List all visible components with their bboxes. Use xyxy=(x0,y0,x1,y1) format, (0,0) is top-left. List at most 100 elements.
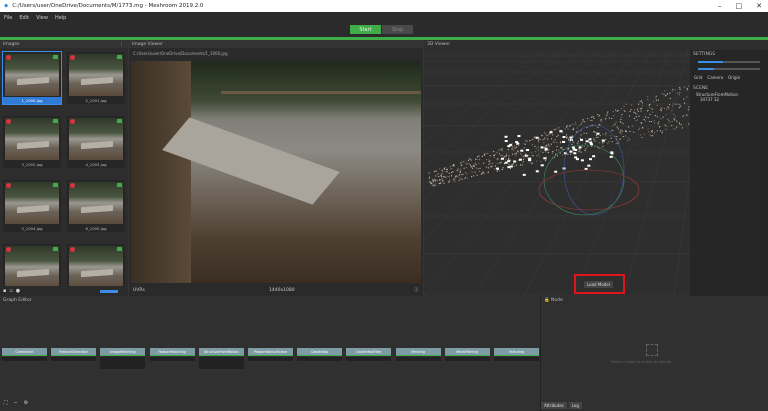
graph-node[interactable]: PrepareDenseScene xyxy=(248,348,293,356)
no-metadata-icon xyxy=(70,183,75,188)
images-header: Images ⋮ xyxy=(0,40,128,48)
graph-node[interactable]: DepthMapFilter xyxy=(346,348,392,356)
no-metadata-icon xyxy=(70,55,75,60)
thumbnail-label: 1_1000.jpg xyxy=(3,97,61,104)
scene-title: SCENE xyxy=(690,84,768,92)
more-icon[interactable]: ⋮ xyxy=(120,42,129,47)
camera-icon[interactable]: ● xyxy=(16,288,20,294)
thumbnail-label: 3_1002.jpg xyxy=(21,162,43,167)
graph-node[interactable]: MeshFiltering xyxy=(444,348,490,356)
reconstructed-icon xyxy=(53,183,58,187)
point-size-slider[interactable] xyxy=(698,61,723,63)
camera-toggle[interactable]: Camera xyxy=(707,75,723,80)
save-icon[interactable]: ▪ xyxy=(3,288,6,294)
thumbnail-label: 4_1003.jpg xyxy=(85,162,107,167)
node-attributes xyxy=(297,357,343,361)
images-title: Images xyxy=(3,41,20,47)
stop-button[interactable]: Stop xyxy=(382,25,413,34)
node-panel: 🔒 Node Select a Node to access its Detai… xyxy=(540,296,768,411)
node-attributes xyxy=(149,357,195,361)
graph-node[interactable]: FeatureExtraction xyxy=(51,348,97,356)
settings-panel: SETTINGS Grid Camera Origin SCENE Struct… xyxy=(690,50,768,296)
no-metadata-icon xyxy=(6,247,11,252)
image-thumbnail[interactable]: 1_1000.jpg xyxy=(2,51,62,105)
thumbnail-size-slider[interactable] xyxy=(100,289,118,293)
node-attributes xyxy=(198,357,244,369)
node-attributes xyxy=(2,357,47,361)
node-attributes xyxy=(51,357,97,361)
title-bar: ◆ C:/Users/user/OneDrive/Documents/M/177… xyxy=(0,0,768,12)
origin-toggle[interactable]: Origin xyxy=(728,75,740,80)
reconstructed-icon xyxy=(117,55,122,59)
thumbnail-label: 6_1005.jpg xyxy=(85,226,107,231)
graph-node[interactable]: Texturing xyxy=(494,348,539,356)
graph-node[interactable]: StructureFromMotion xyxy=(198,348,244,356)
menu-bar: File Edit View Help xyxy=(0,12,768,23)
thumbnail-image xyxy=(5,182,59,224)
node-attributes xyxy=(395,357,441,361)
node-attributes xyxy=(444,357,490,361)
start-button[interactable]: Start xyxy=(350,25,381,34)
settings-icon[interactable]: ⚙ xyxy=(24,400,28,406)
graph-node[interactable]: FeatureMatching xyxy=(149,348,195,356)
node-empty-text: Select a Node to access its Details xyxy=(611,360,672,364)
thumbnail-label: 5_1004.jpg xyxy=(21,226,43,231)
minimize-button[interactable]: – xyxy=(718,2,722,10)
node-attributes xyxy=(346,357,392,361)
thumbnail-image xyxy=(5,54,59,96)
graph-node[interactable]: DepthMap xyxy=(297,348,343,356)
image-thumbnail[interactable]: 2_1001.jpg xyxy=(67,52,125,104)
node-placeholder-icon xyxy=(646,344,658,356)
node-attributes xyxy=(248,357,293,361)
reconstructed-icon xyxy=(53,55,58,59)
thumbnail-image xyxy=(69,118,123,160)
image-thumbnail[interactable]: 5_1004.jpg xyxy=(3,180,61,232)
attributes-tab[interactable]: Attributes xyxy=(541,402,567,409)
reconstructed-icon xyxy=(53,119,58,123)
menu-view[interactable]: View xyxy=(36,15,48,21)
viewer-footer-left: UVRs xyxy=(133,288,145,293)
graph-node[interactable]: CameraInit xyxy=(2,348,47,356)
thumbnail-label: 2_1001.jpg xyxy=(85,98,107,103)
reconstructed-icon xyxy=(117,119,122,123)
image-thumbnail[interactable]: 4_1003.jpg xyxy=(67,116,125,168)
photo-view[interactable] xyxy=(131,61,421,283)
window-title: C:/Users/user/OneDrive/Documents/M/1773.… xyxy=(12,3,204,9)
fit-icon[interactable]: ⛶ xyxy=(4,400,8,406)
image-thumbnail[interactable]: 6_1005.jpg xyxy=(67,180,125,232)
reconstructed-icon xyxy=(117,247,122,251)
settings-title: SETTINGS xyxy=(690,50,768,58)
tree-trunk xyxy=(131,61,191,283)
info-icon[interactable]: ⓘ xyxy=(414,285,419,296)
no-metadata-icon xyxy=(70,119,75,124)
images-panel: Images ⋮ 1_1000.jpg 2_1001.jpg 3_1002.jpg 4_… xyxy=(0,40,128,296)
graph-node[interactable]: ImageMatching xyxy=(100,348,146,356)
menu-file[interactable]: File xyxy=(4,15,12,21)
reconstructed-icon xyxy=(53,247,58,251)
thumbnail-image xyxy=(69,54,123,96)
lock-icon[interactable]: 🔒 xyxy=(544,298,550,303)
image-thumbnail[interactable]: 3_1002.jpg xyxy=(3,116,61,168)
grid-toggle[interactable]: Grid xyxy=(694,75,702,80)
image-resolution: 1440x1080 xyxy=(269,288,295,293)
minus-icon[interactable]: − xyxy=(14,400,18,406)
fence xyxy=(221,91,421,94)
log-tab[interactable]: Log xyxy=(568,402,582,409)
app-icon: ◆ xyxy=(4,3,9,9)
image-viewer-title: Image Viewer xyxy=(129,40,423,48)
close-button[interactable]: ✕ xyxy=(756,2,762,10)
graph-node[interactable]: Meshing xyxy=(395,348,441,356)
menu-edit[interactable]: Edit xyxy=(19,15,29,21)
reconstructed-icon xyxy=(117,183,122,187)
camera-scale-slider[interactable] xyxy=(698,68,714,70)
no-metadata-icon xyxy=(6,183,11,188)
thumbnail-image xyxy=(69,246,123,288)
load-model-button[interactable]: Load Model xyxy=(584,281,613,288)
menu-help[interactable]: Help xyxy=(55,15,66,21)
node-panel-title: Node xyxy=(551,297,563,303)
thumbnail-image xyxy=(69,182,123,224)
image-path: C:/Users/user/OneDrive/Documents/1_1000.… xyxy=(133,51,228,56)
maximize-button[interactable]: □ xyxy=(736,2,743,10)
filter-icon[interactable]: ▫ xyxy=(9,288,12,294)
3d-viewer[interactable]: 3D Viewer SETTINGS Grid Camera Origin SC… xyxy=(424,40,768,296)
